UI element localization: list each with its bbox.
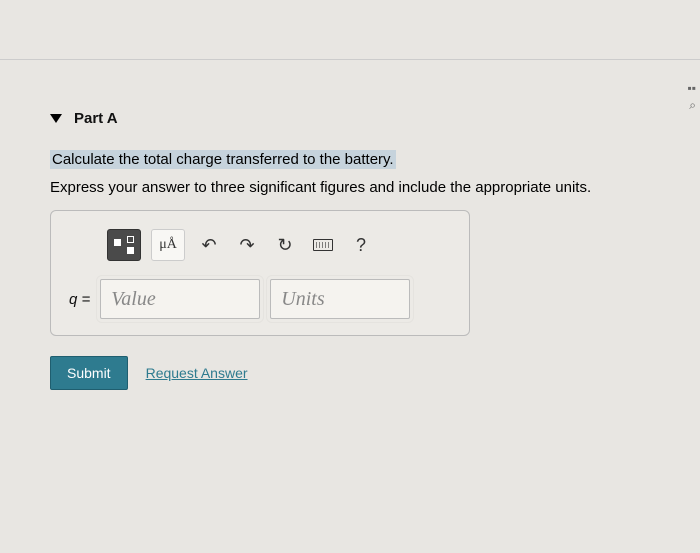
submit-button[interactable]: Submit bbox=[50, 356, 128, 390]
request-answer-link[interactable]: Request Answer bbox=[146, 365, 248, 381]
question-text: Calculate the total charge transferred t… bbox=[50, 150, 396, 169]
value-placeholder: Value bbox=[111, 288, 155, 311]
units-symbol-button[interactable]: μÅ bbox=[151, 229, 185, 261]
templates-button[interactable] bbox=[107, 229, 141, 261]
redo-button[interactable]: ↷ bbox=[233, 229, 261, 261]
submit-row: Submit Request Answer bbox=[50, 356, 660, 390]
keyboard-icon bbox=[313, 239, 333, 251]
caret-down-icon bbox=[50, 114, 62, 123]
help-icon: ? bbox=[356, 235, 366, 256]
toolbar: μÅ ↶ ↷ ↻ ? bbox=[107, 229, 451, 261]
undo-button[interactable]: ↶ bbox=[195, 229, 223, 261]
value-input[interactable]: Value bbox=[100, 279, 260, 319]
answer-panel: μÅ ↶ ↷ ↻ ? q = Value Units bbox=[50, 210, 470, 336]
content-area: Part A Calculate the total charge transf… bbox=[0, 60, 700, 390]
instruction-text: Express your answer to three significant… bbox=[50, 179, 660, 196]
units-input[interactable]: Units bbox=[270, 279, 410, 319]
part-header[interactable]: Part A bbox=[50, 110, 660, 127]
part-title: Part A bbox=[74, 110, 118, 127]
units-placeholder: Units bbox=[281, 288, 324, 311]
keyboard-button[interactable] bbox=[309, 229, 337, 261]
templates-icon bbox=[114, 236, 134, 254]
top-strip bbox=[0, 0, 700, 60]
redo-icon: ↷ bbox=[239, 235, 254, 256]
corner-decor: ▪▪⌕ bbox=[687, 80, 696, 114]
undo-icon: ↶ bbox=[201, 235, 216, 256]
question-block: Calculate the total charge transferred t… bbox=[50, 151, 660, 196]
input-row: q = Value Units bbox=[69, 279, 451, 319]
units-symbol-label: μÅ bbox=[159, 237, 177, 253]
variable-label: q = bbox=[69, 291, 90, 308]
reset-icon: ↻ bbox=[277, 235, 292, 256]
help-button[interactable]: ? bbox=[347, 229, 375, 261]
reset-button[interactable]: ↻ bbox=[271, 229, 299, 261]
